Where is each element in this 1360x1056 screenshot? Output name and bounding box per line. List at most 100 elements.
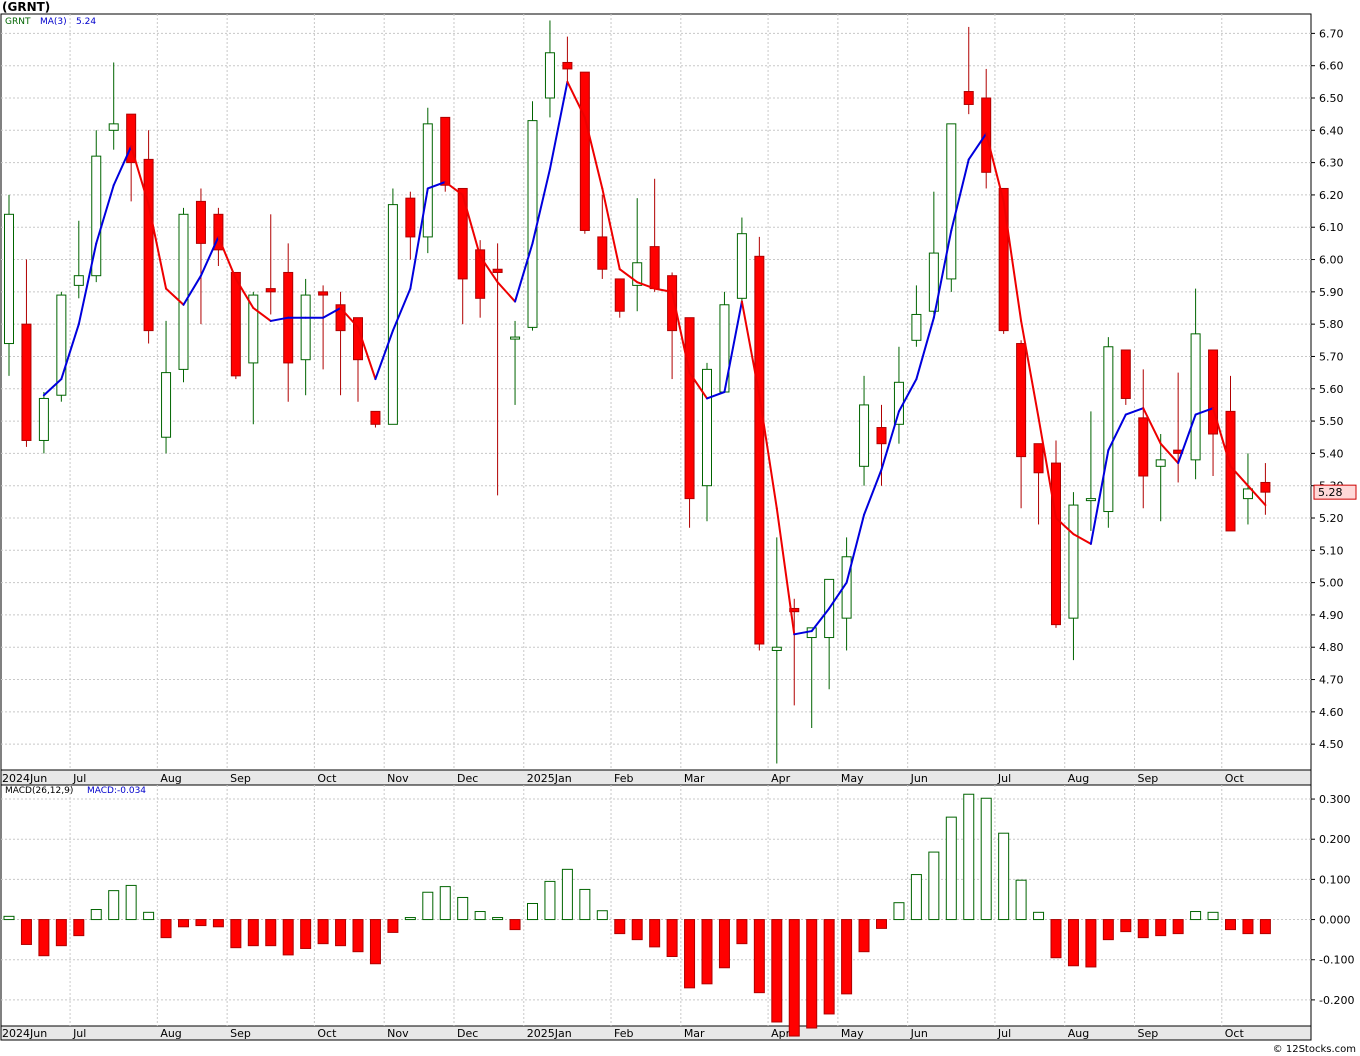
macd-bar <box>1102 919 1114 941</box>
candle-body <box>195 200 206 244</box>
copyright-footer: © 12Stocks.com <box>1272 1044 1356 1055</box>
price-date-axis <box>0 769 1312 786</box>
price-tick-label: 4.60 <box>1319 706 1344 719</box>
macd-month-label: Oct <box>317 1027 337 1040</box>
price-month-label: Jun <box>910 772 928 785</box>
price-tick-label: 5.50 <box>1319 415 1344 428</box>
price-tick-label: 5.40 <box>1319 447 1344 460</box>
candle-body <box>1085 498 1096 502</box>
macd-bar <box>143 911 155 921</box>
price-month-label: Oct <box>317 772 337 785</box>
price-tick-label: 5.70 <box>1319 350 1344 363</box>
price-month-label: Jul <box>72 772 86 785</box>
macd-bar <box>858 919 870 953</box>
macd-bar <box>1015 879 1027 921</box>
price-legend-ma-value: 5.24 <box>76 17 97 27</box>
macd-bar <box>509 919 521 931</box>
last-price-tag-label: 5.28 <box>1318 486 1343 499</box>
price-month-label: Aug <box>1068 772 1089 785</box>
macd-bar <box>1207 911 1219 921</box>
macd-bar <box>666 919 678 958</box>
macd-bar <box>247 919 259 947</box>
macd-bar <box>317 919 329 945</box>
macd-bar <box>300 919 312 949</box>
price-tick-label: 4.90 <box>1319 609 1344 622</box>
macd-month-label: Nov <box>387 1027 409 1040</box>
candle-body <box>73 275 84 286</box>
macd-bar <box>753 919 765 994</box>
macd-bar <box>230 919 242 949</box>
macd-tick-label: 0.100 <box>1319 873 1351 886</box>
macd-bar <box>1050 919 1062 959</box>
price-month-label: Dec <box>457 772 478 785</box>
candle-body <box>544 52 555 99</box>
macd-month-label: 2025Jan <box>527 1027 572 1040</box>
macd-month-label: Mar <box>684 1027 705 1040</box>
macd-month-label: Jul <box>72 1027 86 1040</box>
macd-bar <box>369 919 381 965</box>
candle-body <box>300 294 311 361</box>
price-legend-ma: MA(3) <box>40 17 67 27</box>
price-tick-label: 6.20 <box>1319 189 1344 202</box>
macd-bar <box>335 919 347 947</box>
macd-bar <box>910 874 922 921</box>
candle-body <box>771 646 782 651</box>
candle-body <box>1155 459 1166 467</box>
price-month-label: Feb <box>614 772 633 785</box>
macd-bar <box>439 886 451 921</box>
candle-body <box>108 123 119 131</box>
candle-body <box>1260 481 1271 493</box>
macd-bar <box>701 919 713 985</box>
price-month-label: May <box>841 772 864 785</box>
macd-bar <box>73 919 85 937</box>
macd-bar <box>649 919 661 948</box>
candle-body <box>510 336 521 340</box>
macd-month-label: Aug <box>1068 1027 1089 1040</box>
candle-body <box>248 294 259 364</box>
candle-body <box>38 397 49 441</box>
candle-body <box>597 236 608 270</box>
macd-bar <box>684 919 696 989</box>
candle-body <box>4 213 14 345</box>
price-tick-label: 4.70 <box>1319 674 1344 687</box>
price-tick-label: 6.10 <box>1319 221 1344 234</box>
price-month-label: Nov <box>387 772 409 785</box>
candle-body <box>1016 343 1027 458</box>
macd-month-label: Dec <box>457 1027 478 1040</box>
macd-month-label: Jul <box>997 1027 1011 1040</box>
macd-bar <box>718 919 730 969</box>
macd-bar <box>928 851 940 921</box>
macd-bar <box>561 868 573 921</box>
macd-bar <box>282 919 294 956</box>
candle-body <box>649 246 660 290</box>
candle-body <box>1033 443 1044 474</box>
price-panel-frame <box>0 13 1312 771</box>
stock-chart: 6.70 6.60 6.50 6.40 6.30 6.20 6.10 6.00 5.90 5.80… <box>0 13 1357 1041</box>
macd-bar <box>108 890 120 921</box>
macd-bar <box>1033 911 1045 921</box>
macd-bar <box>352 919 364 953</box>
macd-bar <box>788 919 800 1037</box>
macd-bar <box>1190 911 1202 921</box>
macd-month-label: Oct <box>1225 1027 1245 1040</box>
candle-body <box>527 120 538 328</box>
macd-bar <box>544 880 556 921</box>
price-month-label: Sep <box>230 772 251 785</box>
price-month-label: Jul <box>997 772 1011 785</box>
macd-month-label: 2024Jun <box>2 1027 47 1040</box>
macd-bar <box>998 832 1010 921</box>
macd-bar <box>38 919 50 957</box>
candle-body <box>859 404 870 467</box>
price-month-label: Sep <box>1138 772 1159 785</box>
price-tick-label: 6.30 <box>1319 157 1344 170</box>
candle-body <box>387 204 398 425</box>
candle-body <box>562 61 573 70</box>
macd-bar <box>806 919 818 1029</box>
candle-body <box>754 255 765 645</box>
price-legend-symbol: GRNT <box>5 17 31 27</box>
candle-body <box>405 197 416 238</box>
candle-body <box>684 317 695 500</box>
price-month-label: 2024Jun <box>2 772 47 785</box>
price-tick-label: 5.80 <box>1319 318 1344 331</box>
macd-month-label: Apr <box>771 1027 791 1040</box>
